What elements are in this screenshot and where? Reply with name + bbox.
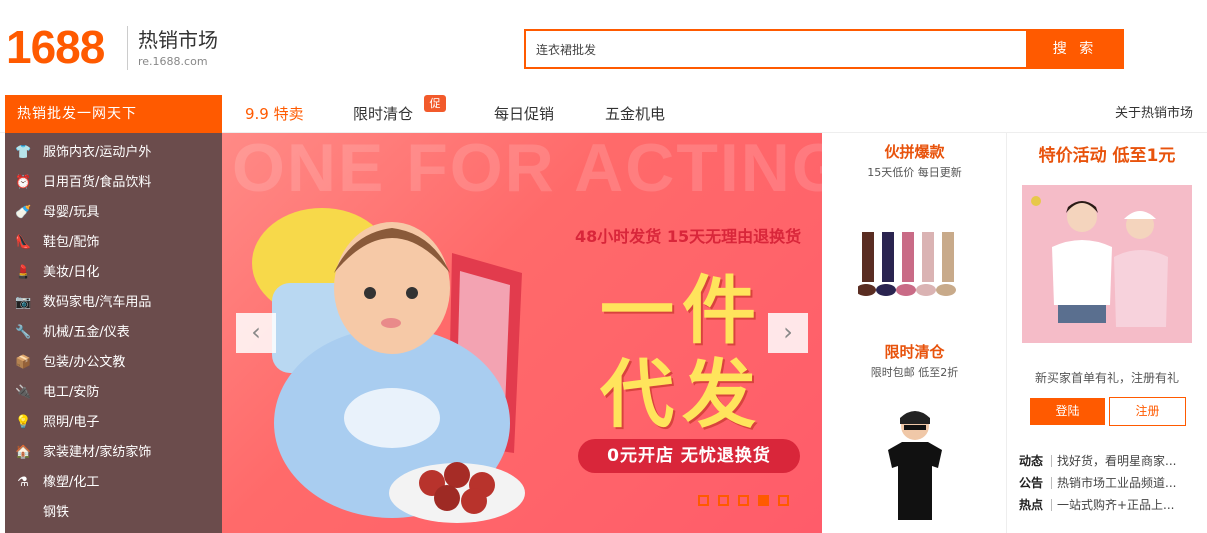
login-button[interactable]: 登陆 bbox=[1030, 398, 1105, 425]
new-buyer-note: 新买家首单有礼，注册有礼 bbox=[1034, 371, 1179, 385]
category-label: 数码家电/汽车用品 bbox=[43, 295, 152, 310]
fashion-models-image[interactable] bbox=[1022, 185, 1192, 343]
news-item[interactable]: 动态 找好货，看明星商家... bbox=[1019, 452, 1199, 470]
carousel-dot[interactable] bbox=[778, 495, 789, 506]
promo-clearance-subtitle: 限时包邮 低至2折 bbox=[870, 366, 959, 379]
home-icon: 🏠 bbox=[15, 445, 32, 460]
tshirt-model-image[interactable] bbox=[880, 408, 950, 523]
news-tag: 热点 bbox=[1019, 498, 1044, 512]
category-label: 机械/五金/仪表 bbox=[43, 325, 130, 340]
special-offer-title[interactable]: 特价活动 低至1元 bbox=[1007, 141, 1207, 166]
bulb-icon: 💡 bbox=[15, 415, 32, 430]
category-item[interactable]: 🔧 机械/五金/仪表 bbox=[5, 318, 222, 348]
category-label: 钢铁 bbox=[43, 505, 70, 520]
banner-headline-2: 代发 bbox=[600, 352, 764, 438]
news-tag: 动态 bbox=[1019, 454, 1044, 468]
category-label: 鞋包/配饰 bbox=[43, 235, 100, 250]
wrench-icon: 🔧 bbox=[15, 325, 32, 340]
nav-bar: 热销批发一网天下 9.9 特卖 限时清仓 促 每日促销 五金机电 关于热销市场 bbox=[0, 95, 1207, 133]
promo-right: 特价活动 低至1元 新买家首单有礼，注册有礼 登陆 注册 动态 找好货，看明星商… bbox=[1007, 133, 1207, 533]
logo-number[interactable]: 1688 bbox=[6, 20, 105, 74]
package-icon: 📦 bbox=[15, 355, 32, 370]
category-item[interactable]: 📷 数码家电/汽车用品 bbox=[5, 288, 222, 318]
hero-banner[interactable]: ONE FOR ACTING 48小时发货 15天无理由退换货 一件 代发 0元… bbox=[222, 133, 822, 533]
category-sidebar: 👕 服饰内衣/运动户外 ⏰ 日用百货/食品饮料 🍼 母婴/玩具 👠 鞋包/配饰 💄 美妆/日化 📷 数… bbox=[5, 133, 222, 533]
nav-item-daily-promo[interactable]: 每日促销 bbox=[494, 95, 554, 133]
header: 1688 热销市场 re.1688.com 搜 索 bbox=[0, 0, 1207, 95]
plug-icon: 🔌 bbox=[15, 385, 32, 400]
register-button[interactable]: 注册 bbox=[1109, 397, 1186, 426]
carousel-dot[interactable] bbox=[758, 495, 769, 506]
category-item[interactable]: 钢铁 bbox=[5, 498, 222, 528]
category-item[interactable]: 💡 照明/电子 bbox=[5, 408, 222, 438]
promo-group-buy-subtitle: 15天低价 每日更新 bbox=[867, 166, 962, 179]
logo-divider bbox=[127, 26, 128, 70]
category-label: 美妆/日化 bbox=[43, 265, 100, 280]
search-bar: 搜 索 bbox=[524, 29, 1124, 69]
high-heel-icon: 👠 bbox=[15, 235, 32, 250]
logo-domain: re.1688.com bbox=[138, 55, 208, 68]
logo-title[interactable]: 热销市场 bbox=[138, 27, 218, 53]
category-label: 服饰内衣/运动户外 bbox=[43, 145, 152, 160]
category-label: 包装/办公文教 bbox=[43, 355, 126, 370]
news-tag: 公告 bbox=[1019, 476, 1044, 490]
category-label: 橡塑/化工 bbox=[43, 475, 100, 490]
banner-prev-arrow[interactable]: ‹ bbox=[236, 313, 276, 353]
carousel-indicators bbox=[698, 495, 798, 507]
socks-product-image[interactable] bbox=[858, 228, 970, 300]
category-item[interactable]: 👕 服饰内衣/运动户外 bbox=[5, 138, 222, 168]
promo-badge: 促 bbox=[424, 95, 446, 112]
banner-subtitle: 48小时发货 15天无理由退换货 bbox=[575, 227, 802, 246]
nav-item-clearance[interactable]: 限时清仓 bbox=[353, 95, 413, 133]
shirt-icon: 👕 bbox=[15, 145, 32, 160]
camera-icon: 📷 bbox=[15, 295, 32, 310]
category-item[interactable]: 🔌 电工/安防 bbox=[5, 378, 222, 408]
category-item[interactable]: 💄 美妆/日化 bbox=[5, 258, 222, 288]
promo-middle: 伙拼爆款 15天低价 每日更新 限时清仓 限时包邮 低至2折 bbox=[822, 133, 1007, 533]
news-text[interactable]: 一站式购齐+正品上... bbox=[1057, 496, 1197, 514]
about-link[interactable]: 关于热销市场 bbox=[1115, 95, 1193, 133]
category-header: 热销批发一网天下 bbox=[5, 95, 222, 133]
news-text[interactable]: 热销市场工业品频道... bbox=[1057, 474, 1197, 492]
lipstick-icon: 💄 bbox=[15, 265, 32, 280]
news-text[interactable]: 找好货，看明星商家... bbox=[1057, 452, 1197, 470]
category-icon bbox=[15, 505, 31, 521]
carousel-dot[interactable] bbox=[698, 495, 709, 506]
alarm-clock-icon: ⏰ bbox=[15, 175, 32, 190]
bottle-icon: 🍼 bbox=[15, 205, 32, 220]
category-item[interactable]: 🍼 母婴/玩具 bbox=[5, 198, 222, 228]
flask-icon: ⚗ bbox=[17, 475, 29, 490]
promo-clearance-title[interactable]: 限时清仓 bbox=[822, 341, 1007, 362]
banner-pill: 0元开店 无忧退换货 bbox=[578, 439, 800, 473]
category-item[interactable]: 🏠 家装建材/家纺家饰 bbox=[5, 438, 222, 468]
category-label: 照明/电子 bbox=[43, 415, 100, 430]
category-label: 家装建材/家纺家饰 bbox=[43, 445, 152, 460]
carousel-dot[interactable] bbox=[718, 495, 729, 506]
category-item[interactable]: ⚗ 橡塑/化工 bbox=[5, 468, 222, 498]
category-item[interactable]: ⏰ 日用百货/食品饮料 bbox=[5, 168, 222, 198]
category-label: 日用百货/食品饮料 bbox=[43, 175, 152, 190]
banner-next-arrow[interactable]: › bbox=[768, 313, 808, 353]
news-item[interactable]: 公告 热销市场工业品频道... bbox=[1019, 474, 1199, 492]
nav-item-9-9-sale[interactable]: 9.9 特卖 bbox=[245, 95, 304, 133]
category-item[interactable]: 📦 包装/办公文教 bbox=[5, 348, 222, 378]
news-item[interactable]: 热点 一站式购齐+正品上... bbox=[1019, 496, 1199, 514]
promo-group-buy-title[interactable]: 伙拼爆款 bbox=[822, 141, 1007, 162]
category-item[interactable]: 👠 鞋包/配饰 bbox=[5, 228, 222, 258]
baby-product-illustration bbox=[252, 208, 525, 523]
search-input[interactable] bbox=[526, 31, 1026, 67]
nav-item-hardware[interactable]: 五金机电 bbox=[605, 95, 665, 133]
category-label: 母婴/玩具 bbox=[43, 205, 100, 220]
carousel-dot[interactable] bbox=[738, 495, 749, 506]
search-button[interactable]: 搜 索 bbox=[1026, 29, 1124, 69]
category-label: 电工/安防 bbox=[43, 385, 100, 400]
